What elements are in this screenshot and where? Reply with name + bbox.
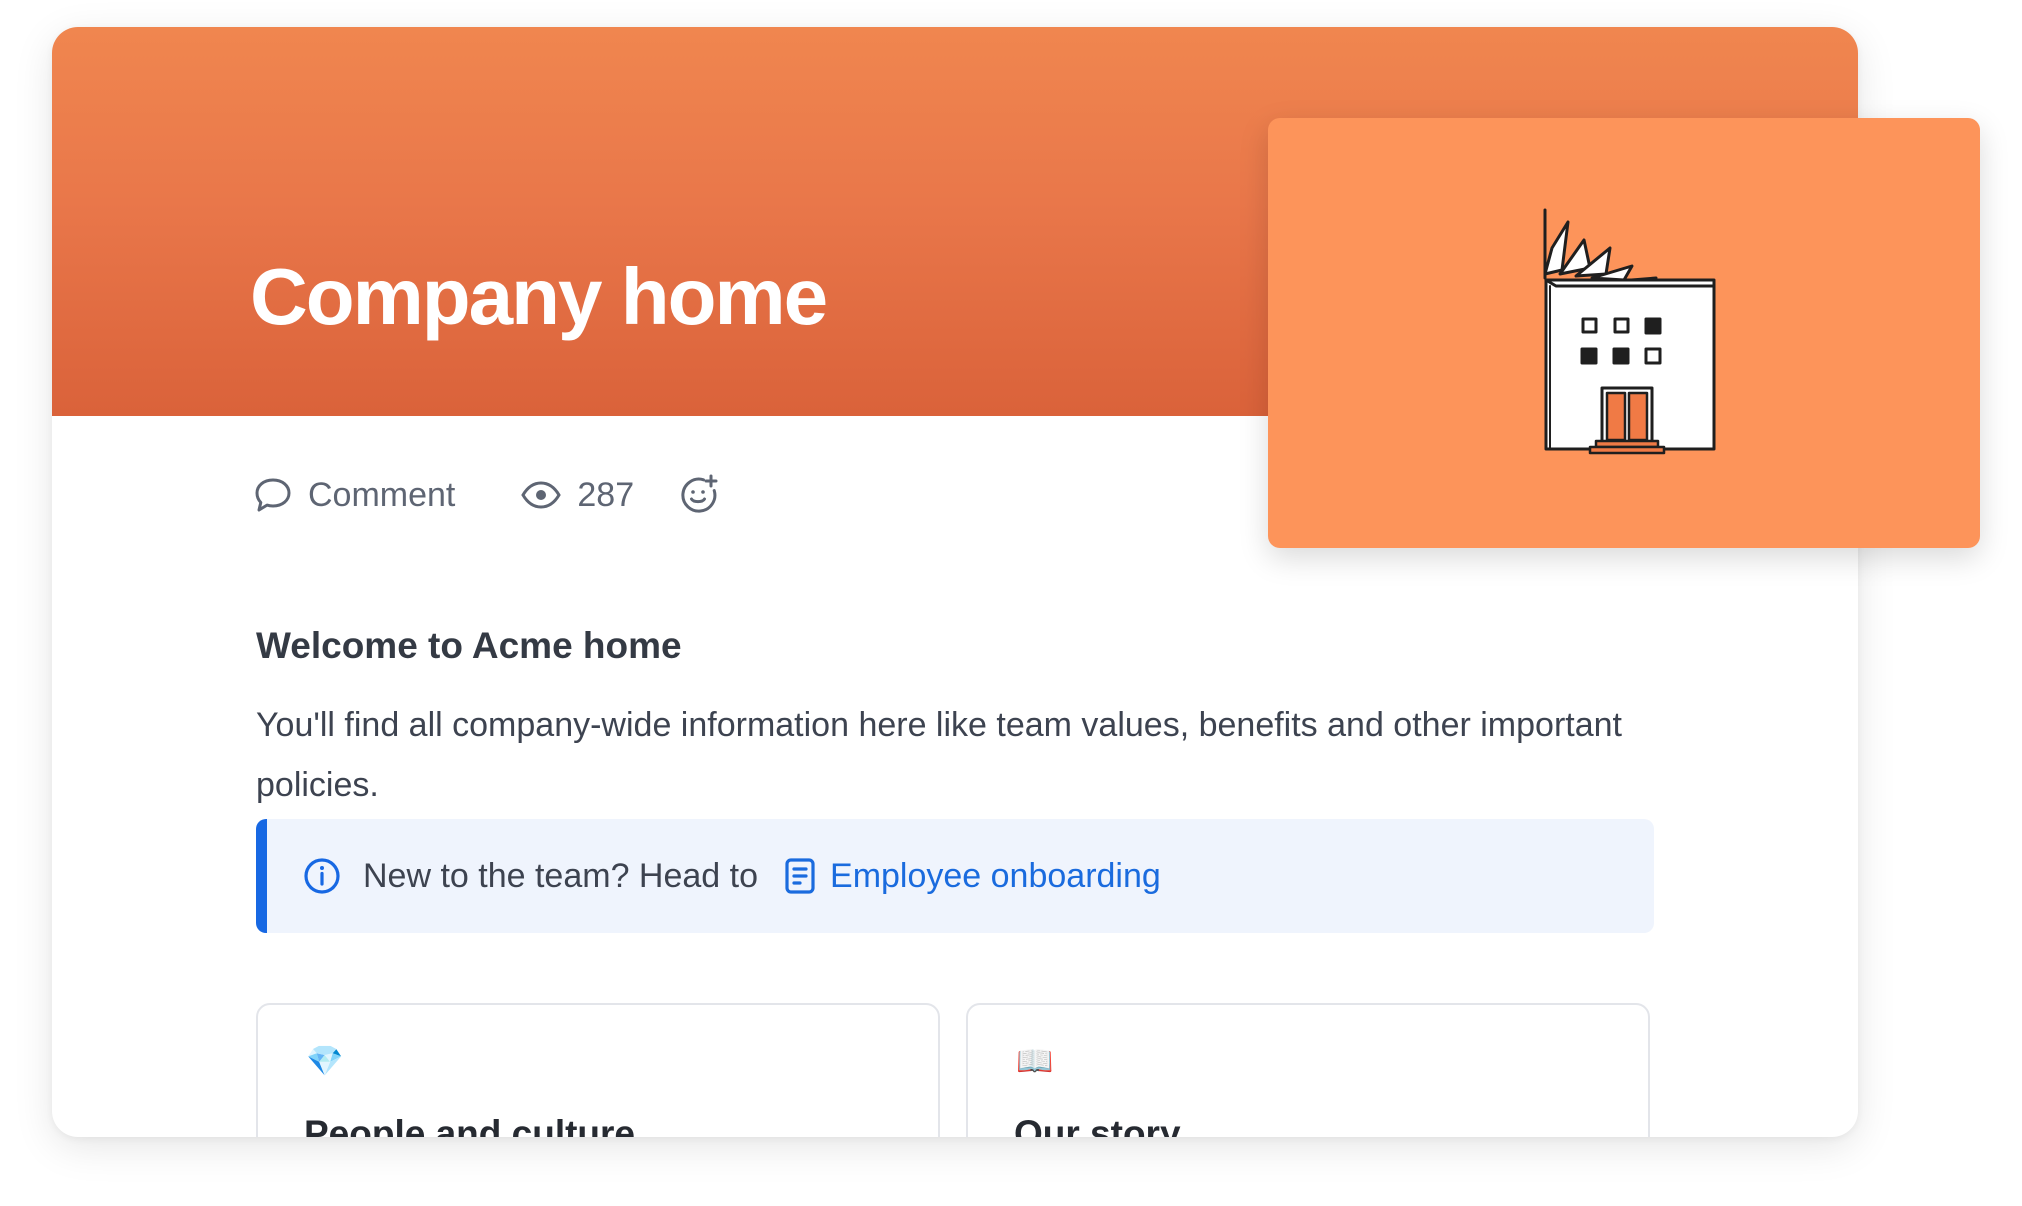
page-meta-bar: Comment 287: [254, 467, 720, 523]
tile-title: People and culture: [304, 1113, 636, 1137]
info-circle-icon: [304, 858, 340, 894]
comment-bubble-icon: [255, 478, 291, 512]
info-panel: New to the team? Head to Employee onboar…: [256, 819, 1654, 933]
comment-button[interactable]: Comment: [254, 476, 455, 515]
employee-onboarding-link[interactable]: Employee onboarding: [830, 857, 1161, 896]
welcome-body: You'll find all company-wide information…: [256, 706, 1622, 804]
comment-label: Comment: [308, 475, 456, 514]
tile-people-and-culture[interactable]: 💎 People and culture: [256, 1003, 940, 1137]
gem-icon: 💎: [306, 1045, 344, 1078]
document-icon: [784, 858, 816, 894]
stage: Company home Comment 287 Welcome to Acme…: [0, 0, 2022, 1206]
building-icon: [1543, 208, 1716, 455]
info-panel-text: New to the team? Head to: [363, 856, 759, 895]
eye-icon: [521, 481, 562, 509]
tile-title: Our story: [1014, 1113, 1181, 1137]
welcome-heading: Welcome to Acme home: [256, 625, 682, 666]
add-reaction-button[interactable]: [678, 474, 720, 516]
view-count-value: 287: [577, 475, 635, 514]
page-title: Company home: [250, 252, 828, 341]
cover-image-card: [1268, 118, 1980, 548]
add-reaction-icon: [681, 474, 718, 513]
view-count: 287: [521, 476, 634, 515]
tile-our-story[interactable]: 📖 Our story: [966, 1003, 1650, 1137]
open-book-icon: 📖: [1016, 1045, 1054, 1078]
